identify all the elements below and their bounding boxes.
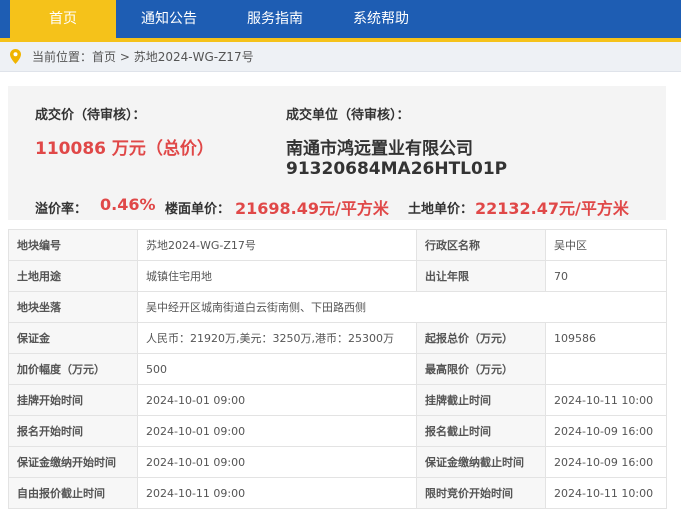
- field-value: 500: [137, 353, 417, 385]
- table-row: 地块编号 苏地2024-WG-Z17号 行政区名称 吴中区: [8, 229, 667, 261]
- field-label: 地块坐落: [8, 291, 138, 323]
- field-value: 城镇住宅用地: [137, 260, 417, 292]
- field-label: 行政区名称: [416, 229, 546, 261]
- winner-label: 成交单位（待审核）：: [286, 108, 410, 123]
- field-value: 人民币：21920万,美元：3250万,港币：25300万: [137, 322, 417, 354]
- nav-item-system-help[interactable]: 系统帮助: [328, 0, 434, 38]
- field-label: 出让年限: [416, 260, 546, 292]
- table-row: 挂牌开始时间 2024-10-01 09:00 挂牌截止时间 2024-10-11 1…: [8, 384, 667, 416]
- field-label: 加价幅度（万元）: [8, 353, 138, 385]
- table-row: 加价幅度（万元） 500 最高限价（万元）: [8, 353, 667, 385]
- breadcrumb-separator: >: [116, 50, 134, 64]
- field-label: 保证金缴纳开始时间: [8, 446, 138, 478]
- floor-price-label: 楼面单价：: [165, 202, 231, 217]
- field-label: 报名截止时间: [416, 415, 546, 447]
- field-label: 保证金: [8, 322, 138, 354]
- deal-price-value: 110086 万元（总价）: [35, 139, 214, 159]
- table-row: 地块坐落 吴中经开区城南街道白云街南侧、下田路西侧: [8, 291, 667, 323]
- nav-item-notices[interactable]: 通知公告: [116, 0, 222, 38]
- deal-price-label: 成交价（待审核）：: [35, 108, 146, 123]
- field-label: 挂牌截止时间: [416, 384, 546, 416]
- location-pin-icon: [10, 49, 21, 64]
- table-row: 土地用途 城镇住宅用地 出让年限 70: [8, 260, 667, 292]
- field-label: 土地用途: [8, 260, 138, 292]
- table-row: 保证金缴纳开始时间 2024-10-01 09:00 保证金缴纳截止时间 2024-1…: [8, 446, 667, 478]
- field-value: 2024-10-09 16:00: [545, 446, 667, 478]
- land-price-label: 土地单价：: [408, 202, 474, 217]
- field-label: 最高限价（万元）: [416, 353, 546, 385]
- field-label: 报名开始时间: [8, 415, 138, 447]
- field-label: 自由报价截止时间: [8, 477, 138, 509]
- deal-result-panel: 成交价（待审核）： 110086 万元（总价） 成交单位（待审核）： 南通市鸿远…: [8, 86, 666, 220]
- premium-rate-value: 0.46%: [100, 195, 156, 214]
- land-info-table: 地块编号 苏地2024-WG-Z17号 行政区名称 吴中区 土地用途 城镇住宅用地 出让年限…: [8, 229, 667, 509]
- field-value: 109586: [545, 322, 667, 354]
- breadcrumb-home-link[interactable]: 首页: [92, 50, 116, 64]
- table-row: 保证金 人民币：21920万,美元：3250万,港币：25300万 起报总价（万元）…: [8, 322, 667, 354]
- land-price-value: 22132.47元/平方米: [475, 199, 629, 218]
- winner-name: 南通市鸿远置业有限公司: [286, 139, 473, 159]
- breadcrumb-current: 苏地2024-WG-Z17号: [133, 50, 254, 64]
- field-value: 2024-10-11 10:00: [545, 384, 667, 416]
- field-value: 2024-10-11 09:00: [137, 477, 417, 509]
- table-row: 报名开始时间 2024-10-01 09:00 报名截止时间 2024-10-09 1…: [8, 415, 667, 447]
- premium-rate-label: 溢价率：: [35, 202, 88, 217]
- field-value: 2024-10-09 16:00: [545, 415, 667, 447]
- nav-item-home[interactable]: 首页: [10, 0, 116, 38]
- table-row: 自由报价截止时间 2024-10-11 09:00 限时竞价开始时间 2024-10-…: [8, 477, 667, 509]
- field-label: 地块编号: [8, 229, 138, 261]
- winner-credit-code: 91320684MA26HTL01P: [286, 159, 508, 179]
- floor-price-value: 21698.49元/平方米: [235, 199, 389, 218]
- field-value: 2024-10-01 09:00: [137, 446, 417, 478]
- top-nav: 首页 通知公告 服务指南 系统帮助: [0, 0, 681, 38]
- breadcrumb-prefix: 当前位置：: [32, 50, 93, 64]
- field-value: [545, 353, 667, 385]
- breadcrumb-text: 当前位置：首页 > 苏地2024-WG-Z17号: [32, 42, 254, 72]
- field-label: 起报总价（万元）: [416, 322, 546, 354]
- field-value: 2024-10-11 10:00: [545, 477, 667, 509]
- field-value: 2024-10-01 09:00: [137, 415, 417, 447]
- field-label: 保证金缴纳截止时间: [416, 446, 546, 478]
- field-value: 70: [545, 260, 667, 292]
- field-value: 吴中经开区城南街道白云街南侧、下田路西侧: [137, 291, 667, 323]
- field-value: 苏地2024-WG-Z17号: [137, 229, 417, 261]
- field-value: 吴中区: [545, 229, 667, 261]
- field-label: 限时竞价开始时间: [416, 477, 546, 509]
- nav-item-service-guide[interactable]: 服务指南: [222, 0, 328, 38]
- breadcrumb: 当前位置：首页 > 苏地2024-WG-Z17号: [0, 42, 681, 72]
- field-value: 2024-10-01 09:00: [137, 384, 417, 416]
- field-label: 挂牌开始时间: [8, 384, 138, 416]
